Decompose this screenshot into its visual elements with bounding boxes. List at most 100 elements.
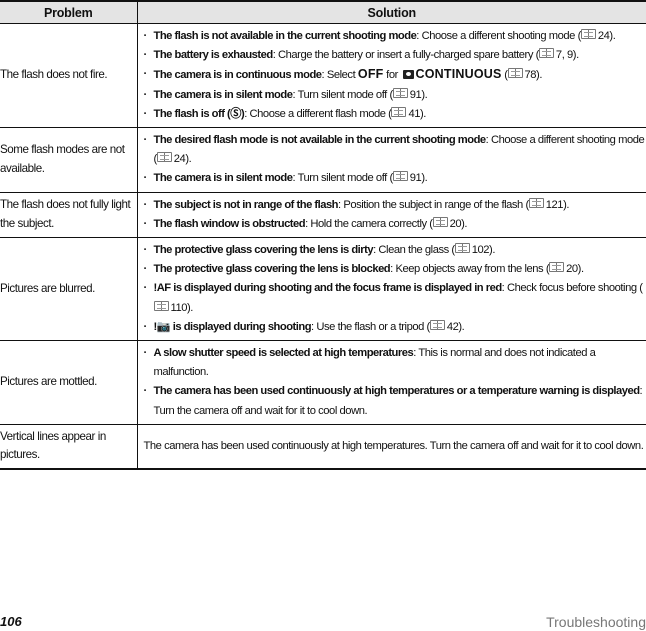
- bullet: ·: [143, 49, 148, 62]
- solution-item: · !📷 is displayed during shooting: Use th…: [144, 318, 646, 337]
- page-reference: 42: [446, 320, 459, 333]
- solution-item: · A slow shutter speed is selected at hig…: [144, 344, 646, 382]
- cause-text: The camera is in silent mode: [153, 88, 293, 101]
- reference-close: ).: [421, 172, 428, 185]
- book-reference-icon: [153, 300, 169, 311]
- page-reference: 91: [409, 88, 422, 101]
- header-solution: Solution: [137, 0, 646, 24]
- page-reference: 78: [524, 69, 537, 82]
- cause-text: The desired flash mode is not available …: [153, 134, 487, 147]
- remedy-text: : Check focus before shooting (: [501, 282, 643, 295]
- page-reference: 20: [449, 217, 462, 230]
- cause-text: The battery is exhausted: [153, 49, 274, 62]
- reference-close: ).: [536, 69, 542, 82]
- solution-cell: The camera has been used continuously at…: [137, 424, 646, 470]
- for-text: for: [383, 69, 401, 82]
- page-reference: 110: [170, 301, 188, 314]
- book-reference-icon: [432, 216, 448, 227]
- solution-cell: · The protective glass covering the lens …: [137, 237, 646, 342]
- reference-close: ).: [187, 301, 193, 314]
- reference-close: ).: [420, 107, 426, 120]
- paren-open: (: [501, 69, 508, 82]
- remedy-text: : Turn silent mode off (: [292, 172, 393, 185]
- table-row: Vertical lines appear in pictures. The ca…: [0, 424, 646, 470]
- table-row: Pictures are mottled. · A slow shutter spe…: [0, 340, 646, 425]
- solution-item: · The camera is in continuous mode: Selec…: [144, 65, 646, 85]
- remedy-text: : Position the subject in range of the f…: [338, 198, 529, 211]
- cause-text: The subject is not in range of the flash: [153, 198, 339, 211]
- reference-close: ).: [458, 320, 465, 333]
- cause-text: The camera is in continuous mode: [153, 69, 323, 82]
- solution-item: · The flash is off (Ⓢ): Choose a differen…: [144, 105, 646, 124]
- remedy-text: : Keep objects away from the lens (: [390, 263, 550, 276]
- solution-item: · The protective glass covering the lens …: [144, 260, 646, 279]
- book-reference-icon: [392, 87, 408, 98]
- solution-list: · The desired flash mode is not available…: [144, 131, 646, 189]
- reference-close: ).: [461, 217, 468, 230]
- remedy-text: : Select: [321, 69, 358, 82]
- page-number: 106: [0, 614, 22, 629]
- problem-cell: The flash does not fully light the subje…: [0, 192, 138, 239]
- bullet: ·: [143, 134, 148, 147]
- table-row: Pictures are blurred. · The protective gla…: [0, 237, 646, 342]
- solution-cell: · A slow shutter speed is selected at hig…: [137, 340, 646, 425]
- remedy-text: : Use the flash or a tripod (: [311, 320, 430, 333]
- reference-close: ).: [609, 30, 616, 42]
- shooting-menu-icon: [402, 70, 414, 80]
- book-reference-icon: [392, 171, 408, 182]
- page-reference: 24: [173, 153, 186, 166]
- reference-close: ).: [185, 153, 192, 166]
- table-row: The flash does not fire. · The flash is no…: [0, 23, 646, 129]
- cause-text: A slow shutter speed is selected at high…: [153, 347, 414, 360]
- bullet: ·: [143, 282, 148, 295]
- remedy-text: : Hold the camera correctly (: [305, 217, 433, 230]
- cause-text: The camera is in silent mode: [153, 172, 293, 185]
- book-reference-icon: [528, 197, 544, 208]
- problem-cell: Pictures are blurred.: [0, 237, 138, 342]
- solution-list: · The flash is not available in the curre…: [144, 27, 646, 124]
- problem-cell: Pictures are mottled.: [0, 340, 138, 425]
- cause-text: The protective glass covering the lens i…: [153, 263, 391, 276]
- reference-close: ).: [572, 49, 579, 62]
- cause-text: The protective glass covering the lens i…: [153, 244, 374, 257]
- table-row: Some flash modes are not available. · The …: [0, 127, 646, 193]
- remedy-text: : Clean the glass (: [373, 244, 455, 257]
- solution-item: · The camera is in silent mode: Turn sile…: [144, 169, 646, 188]
- solution-item: · !AF is displayed during shooting and th…: [144, 279, 646, 317]
- book-reference-icon: [507, 68, 523, 79]
- bullet: ·: [143, 217, 148, 230]
- reference-close: ).: [577, 263, 584, 276]
- solution-item: · The camera has been used continuously a…: [144, 382, 646, 420]
- page-reference: 7, 9: [555, 49, 573, 62]
- cause-text: The camera has been used continuously at…: [153, 385, 641, 398]
- solution-item: · The camera is in silent mode: Turn sile…: [144, 86, 646, 105]
- solution-list: · The protective glass covering the lens …: [144, 241, 646, 337]
- remedy-text: : Choose a different flash mode (: [244, 107, 392, 120]
- bullet: ·: [143, 198, 148, 211]
- solution-item: · The desired flash mode is not available…: [144, 131, 646, 169]
- bullet: ·: [143, 107, 148, 120]
- reference-close: ).: [421, 88, 428, 101]
- setting-off: OFF: [357, 67, 384, 82]
- table-header: Problem Solution: [0, 0, 646, 24]
- problem-cell: Vertical lines appear in pictures.: [0, 424, 138, 470]
- cause-text: The flash is off (Ⓢ): [153, 107, 245, 120]
- bullet: ·: [143, 385, 148, 398]
- bullet: ·: [143, 172, 148, 185]
- book-reference-icon: [580, 29, 596, 39]
- page-reference: 20: [566, 263, 578, 276]
- book-reference-icon: [429, 319, 445, 330]
- bullet: ·: [143, 244, 148, 257]
- solution-cell: · The desired flash mode is not available…: [137, 127, 646, 193]
- page-reference: 121: [545, 198, 564, 211]
- header-problem: Problem: [0, 0, 138, 24]
- troubleshooting-table: Problem Solution The flash does not fire…: [0, 0, 646, 470]
- remedy-text: : Charge the battery or insert a fully-c…: [272, 49, 540, 62]
- book-reference-icon: [538, 48, 554, 59]
- solution-item: · The flash window is obstructed: Hold th…: [144, 215, 646, 234]
- section-title: Troubleshooting: [546, 614, 646, 630]
- cause-text: !AF is displayed during shooting and the…: [153, 282, 503, 295]
- page-reference: 24: [597, 30, 610, 42]
- menu-continuous: CONTINUOUS: [415, 67, 502, 82]
- solution-list: · A slow shutter speed is selected at hig…: [144, 344, 646, 421]
